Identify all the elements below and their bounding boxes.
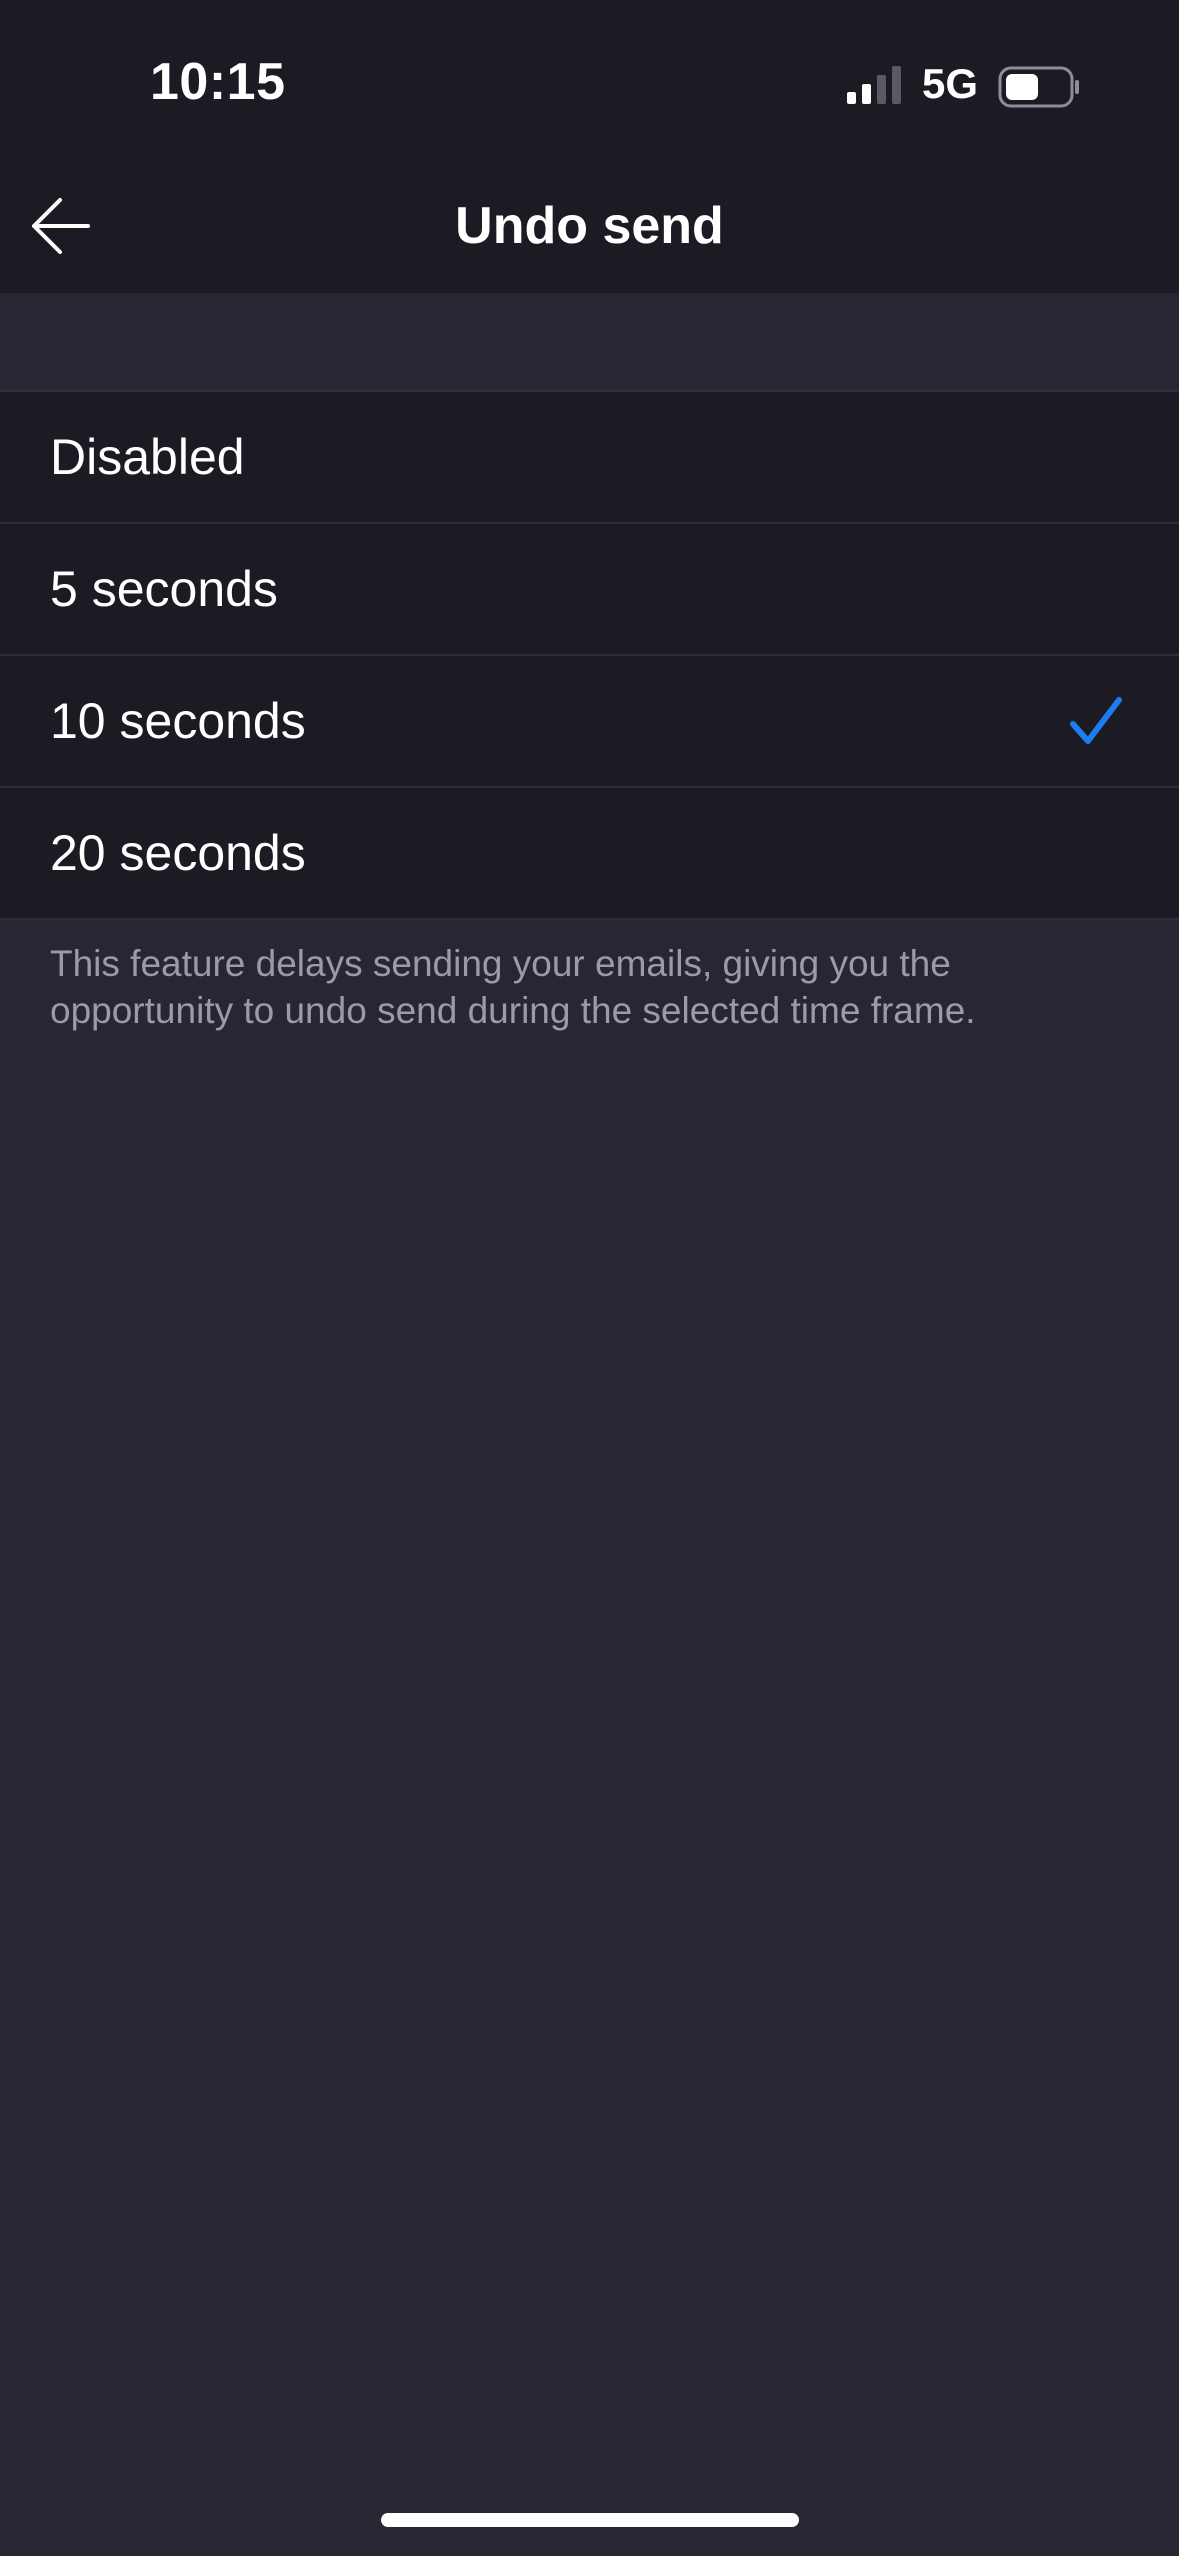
option-label: Disabled [50,429,245,485]
option-20-seconds[interactable]: 20 seconds [0,788,1179,920]
network-type: 5G [922,60,979,107]
section-spacer [0,293,1179,390]
option-label: 20 seconds [50,825,306,881]
page-title: Undo send [455,197,724,255]
status-time: 10:15 [150,53,286,111]
checkmark-icon [1070,697,1122,744]
option-10-seconds[interactable]: 10 seconds [0,656,1179,788]
top-bar: 10:15 5G Undo send [0,0,1179,293]
cellular-signal-icon [847,66,901,104]
battery-icon [998,66,1079,108]
home-indicator[interactable] [381,2513,799,2527]
option-5-seconds[interactable]: 5 seconds [0,524,1179,656]
undo-send-options-list: Disabled 5 seconds 10 seconds 20 seconds [0,390,1179,920]
option-label: 10 seconds [50,693,306,749]
option-disabled[interactable]: Disabled [0,392,1179,524]
undo-send-screen: 10:15 5G Undo send Disabled 5 seconds 10… [0,0,1179,2556]
undo-send-description: This feature delays sending your emails,… [50,943,976,1031]
option-label: 5 seconds [50,561,278,617]
